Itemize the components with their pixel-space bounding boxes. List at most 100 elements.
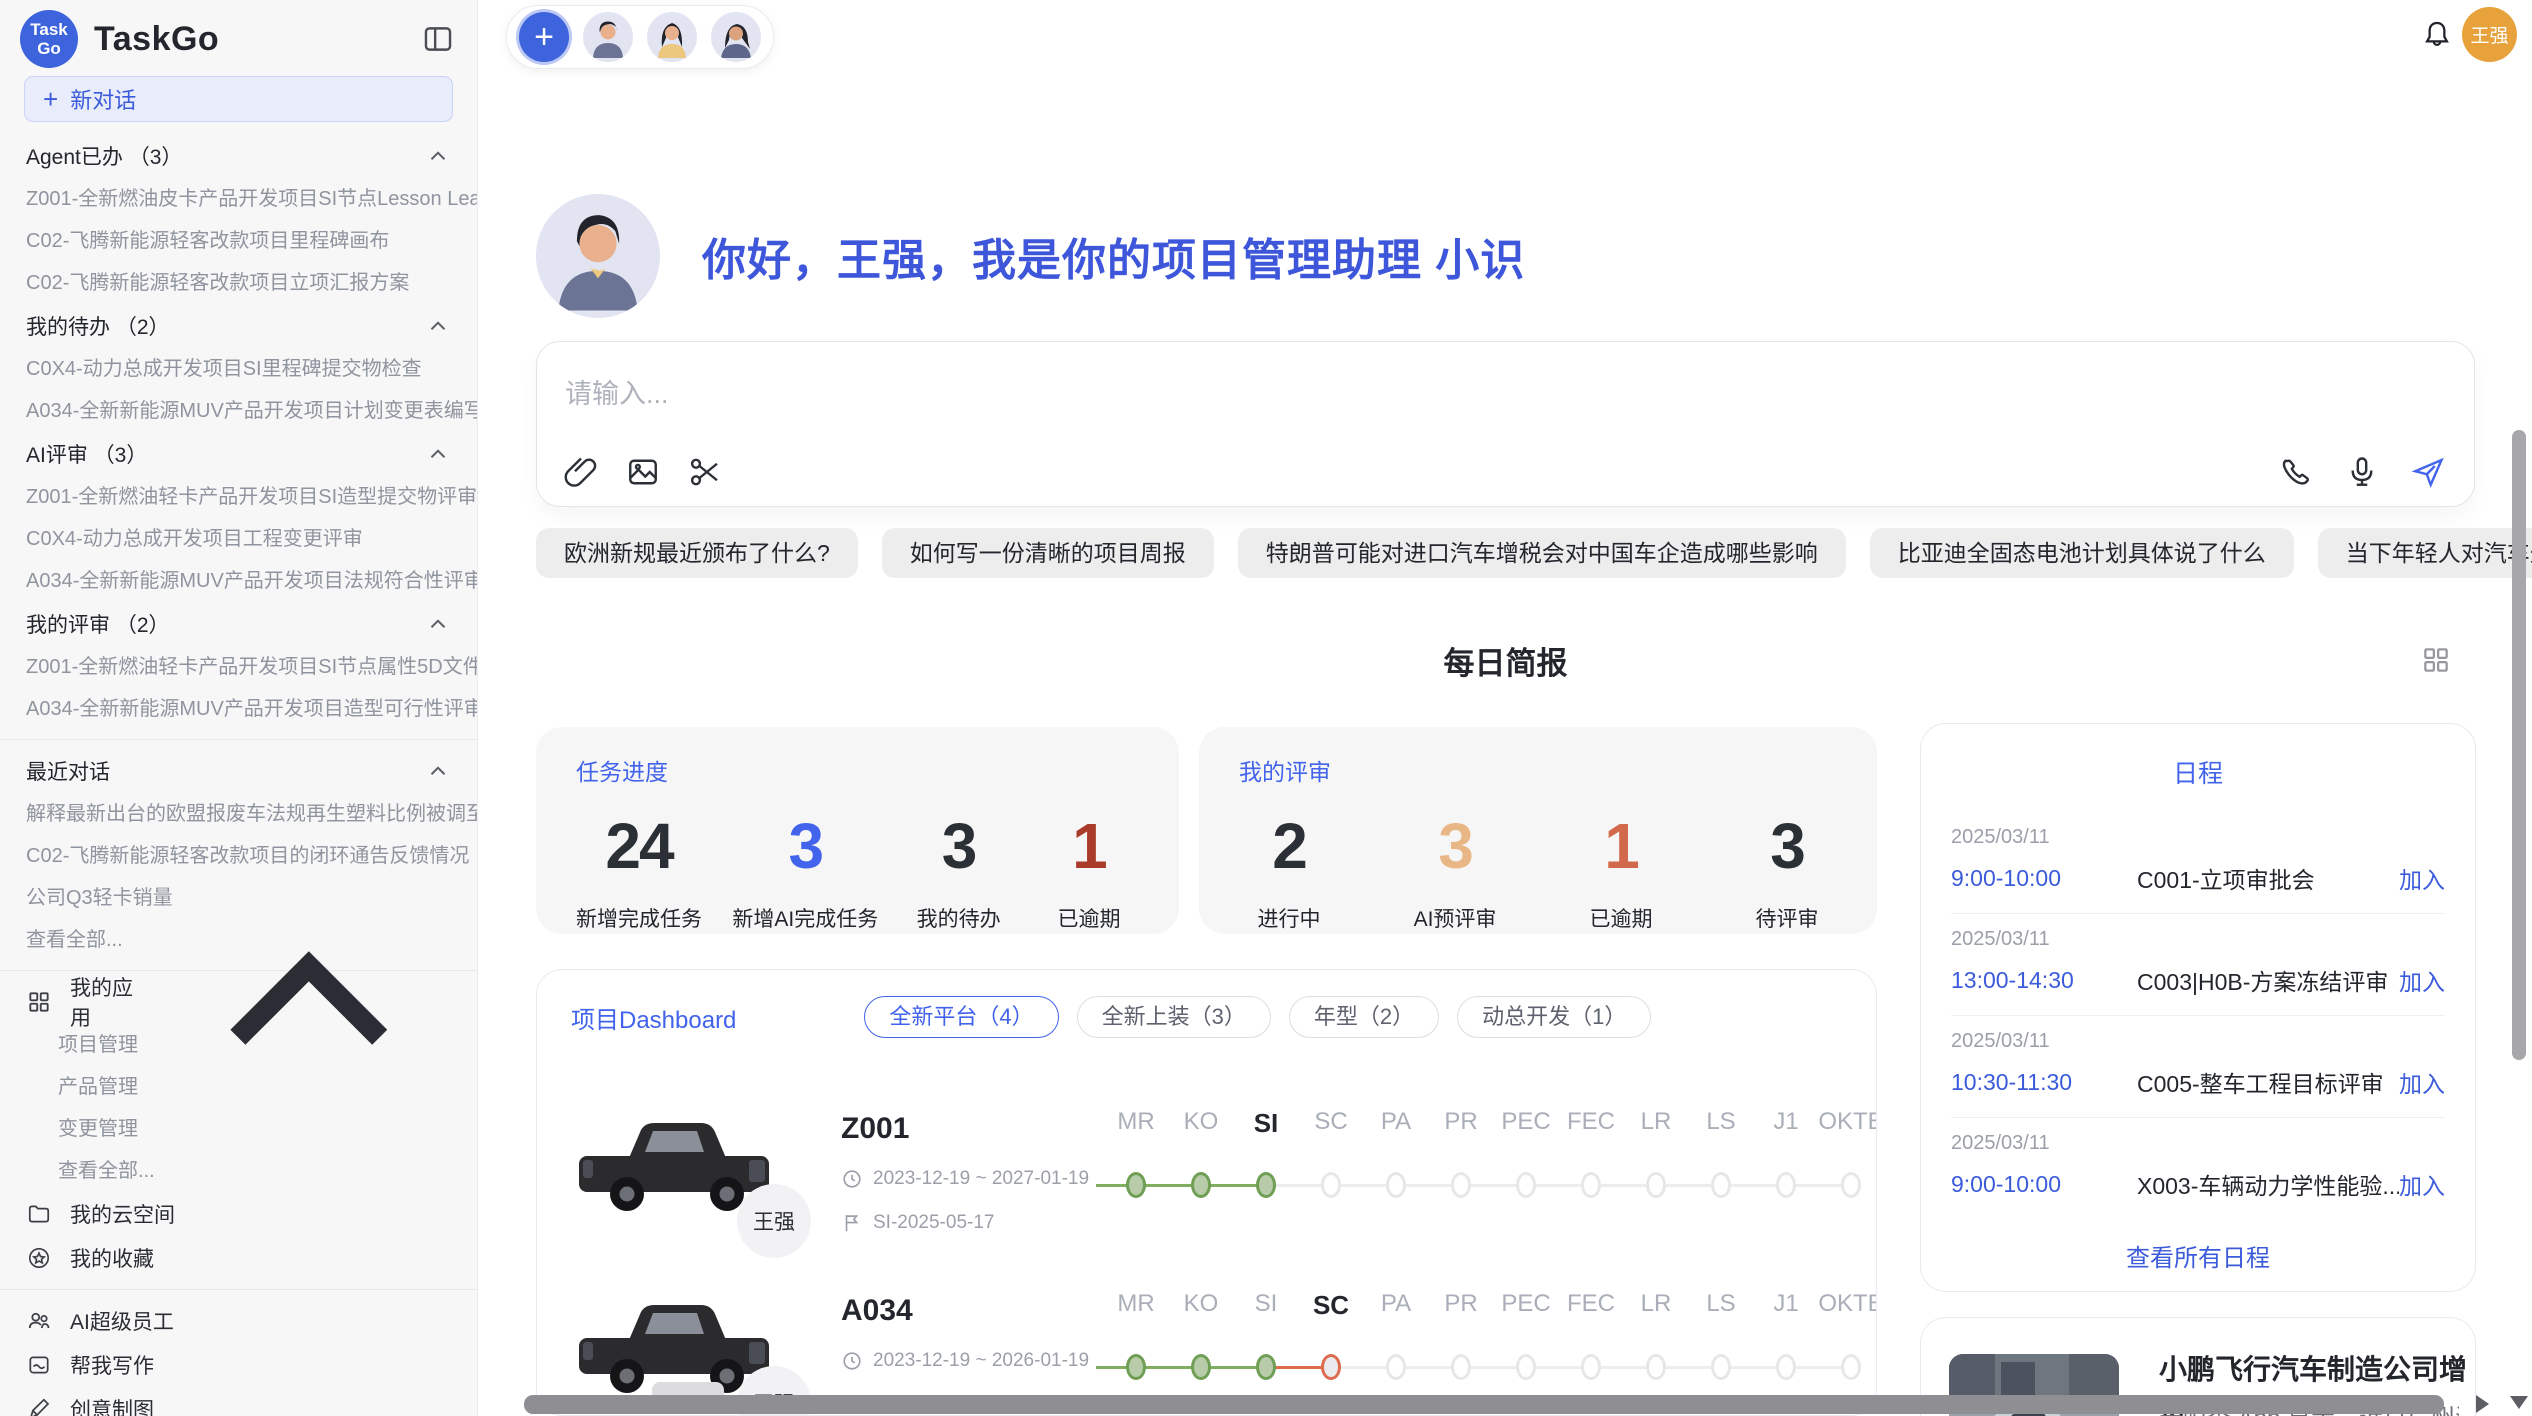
notification-bell-icon[interactable] [2420,18,2454,52]
chevron-up-icon [167,860,451,1144]
horizontal-scrollbar[interactable] [524,1395,2444,1414]
member-avatar[interactable] [647,12,697,62]
stat-card-title: 我的评审 [1239,753,1837,787]
sidebar-tool-pen[interactable]: 创意制图 [0,1387,477,1416]
chevron-up-icon [425,143,451,169]
milestone-label: SC [1298,1108,1364,1136]
suggestion-chip[interactable]: 当下年轻人对汽车外观有怎样的喜好趋势 [2318,528,2532,578]
top-avatar-group: + [506,5,774,69]
image-icon[interactable] [625,454,661,490]
suggestion-chip[interactable]: 特朗普可能对进口汽车增税会对中国车企造成哪些影响 [1238,528,1846,578]
scroll-down-arrow[interactable] [2510,1396,2528,1409]
suggestion-chip[interactable]: 欧洲新规最近颁布了什么? [536,528,858,578]
layout-grid-icon[interactable] [2420,644,2452,676]
stat-label: 我的待办 [909,903,1009,933]
greeting-text: 你好，王强，我是你的项目管理助理 小识 [702,224,1525,288]
user-avatar[interactable]: 王强 [2462,7,2517,62]
sidebar-item[interactable]: Z001-全新燃油轻卡产品开发项目SI造型提交物评审 [0,476,477,518]
sidebar-item[interactable]: Z001-全新燃油轻卡产品开发项目SI节点属性5D文件评审 [0,646,477,688]
dashboard-filter-pill[interactable]: 年型（2） [1289,996,1439,1038]
paperclip-icon[interactable] [563,454,599,490]
chevron-up-icon [425,758,451,784]
sidebar-section-header-1[interactable]: 我的待办 （2） [0,304,477,348]
sidebar-tools: AI超级员工帮我写作创意制图 [0,1299,477,1416]
milestone-label: LS [1688,1290,1754,1318]
sidebar-item[interactable]: C02-飞腾新能源轻客改款项目里程碑画布 [0,220,477,262]
sidebar-item[interactable]: C02-飞腾新能源轻客改款项目立项汇报方案 [0,262,477,304]
member-avatar[interactable] [583,12,633,62]
chevron-up-icon [425,313,451,339]
join-meeting-link[interactable]: 加入 [2399,1167,2445,1201]
apps-view-all-link[interactable]: 查看全部... [0,1150,477,1192]
sidebar-recent-header[interactable]: 最近对话 [0,749,477,793]
briefing-stat-cards: 任务进度24新增完成任务3新增AI完成任务3我的待办1已逾期我的评审2进行中3A… [536,727,1877,934]
favorites-label: 我的收藏 [70,1243,154,1273]
sidebar-section-header-3[interactable]: 我的评审 （2） [0,602,477,646]
member-avatar[interactable] [711,12,761,62]
stat-value: 24 [576,809,702,883]
scissors-icon[interactable] [687,454,723,490]
app-title: TaskGo [94,20,219,59]
sidebar-item[interactable]: A034-全新新能源MUV产品开发项目法规符合性评审 [0,560,477,602]
join-meeting-link[interactable]: 加入 [2399,1065,2445,1099]
stat-card-title: 任务进度 [576,753,1139,787]
milestone-dot [1256,1354,1276,1380]
sidebar-tool-write-image[interactable]: 帮我写作 [0,1343,477,1387]
chevron-up-icon [425,441,451,467]
dashboard-filter-pill[interactable]: 全新平台（4） [864,996,1058,1038]
join-meeting-link[interactable]: 加入 [2399,861,2445,895]
phone-icon[interactable] [2278,454,2314,490]
milestone-dot [1321,1354,1341,1380]
sidebar-item[interactable]: A034-全新新能源MUV产品开发项目造型可行性评审 [0,688,477,730]
sidebar-item-cloud-space[interactable]: 我的云空间 [0,1192,477,1236]
sidebar-item[interactable]: A034-全新新能源MUV产品开发项目计划变更表编写 [0,390,477,432]
send-icon[interactable] [2410,454,2446,490]
milestone-label: MR [1103,1290,1169,1318]
schedule-entry-main: 10:30-11:30C005-整车工程目标评审加入 [1951,1065,2445,1099]
recent-conversation-item[interactable]: 解释最新出台的欧盟报废车法规再生塑料比例被调至15%... [0,793,477,835]
join-meeting-link[interactable]: 加入 [2399,963,2445,997]
composer-right-icons [2278,454,2446,490]
sidebar-item-favorites[interactable]: 我的收藏 [0,1236,477,1280]
stat-column: 1已逾期 [1039,809,1139,933]
scroll-right-arrow[interactable] [2476,1395,2489,1413]
stat-value: 1 [1571,809,1671,883]
milestone-dot [1581,1172,1601,1198]
milestone-label: J1 [1753,1290,1819,1318]
view-all-schedule-link[interactable]: 查看所有日程 [1921,1238,2475,1273]
project-flag-text: SI-2025-05-17 [873,1212,994,1234]
dashboard-filter-pill[interactable]: 动总开发（1） [1457,996,1651,1038]
vertical-scrollbar[interactable] [2512,430,2526,1060]
stat-column: 3我的待办 [909,809,1009,933]
add-member-button[interactable]: + [519,12,569,62]
write-image-icon [26,1352,52,1378]
sidebar-item[interactable]: Z001-全新燃油皮卡产品开发项目SI节点Lesson Learn报告 [0,178,477,220]
sidebar-tool-people[interactable]: AI超级员工 [0,1299,477,1343]
suggestion-chip[interactable]: 比亚迪全固态电池计划具体说了什么 [1870,528,2294,578]
schedule-entry: 2025/03/119:00-10:00C001-立项审批会加入 [1951,812,2445,914]
sidebar-sections: Agent已办 （3）Z001-全新燃油皮卡产品开发项目SI节点Lesson L… [0,134,477,730]
sidebar-item[interactable]: C0X4-动力总成开发项目SI里程碑提交物检查 [0,348,477,390]
sidebar-section-header-0[interactable]: Agent已办 （3） [0,134,477,178]
milestone-dot [1386,1354,1406,1380]
new-chat-button[interactable]: + 新对话 [24,76,453,122]
sidebar-collapse-icon[interactable] [421,22,455,56]
hero: 你好，王强，我是你的项目管理助理 小识 [536,194,1525,318]
new-chat-label: 新对话 [70,83,136,115]
plus-icon: + [43,88,58,110]
milestone-dot [1581,1354,1601,1380]
stat-label: 待评审 [1737,903,1837,933]
message-input[interactable] [565,364,2065,424]
next-row-peek [652,1382,724,1396]
dashboard-filter-pill[interactable]: 全新上装（3） [1077,996,1271,1038]
sidebar-item[interactable]: C0X4-动力总成开发项目工程变更评审 [0,518,477,560]
suggestion-chip[interactable]: 如何写一份清晰的项目周报 [882,528,1214,578]
schedule-meeting-title: X003-车辆动力学性能验... [2137,1167,2399,1201]
sidebar-section-header-2[interactable]: AI评审 （3） [0,432,477,476]
milestone-dot [1776,1354,1796,1380]
milestone-dot [1191,1354,1211,1380]
milestone-dot [1386,1172,1406,1198]
sidebar-my-apps-header[interactable]: 我的应用 [0,980,477,1024]
mic-icon[interactable] [2344,454,2380,490]
schedule-entry-main: 13:00-14:30C003|H0B-方案冻结评审加入 [1951,963,2445,997]
